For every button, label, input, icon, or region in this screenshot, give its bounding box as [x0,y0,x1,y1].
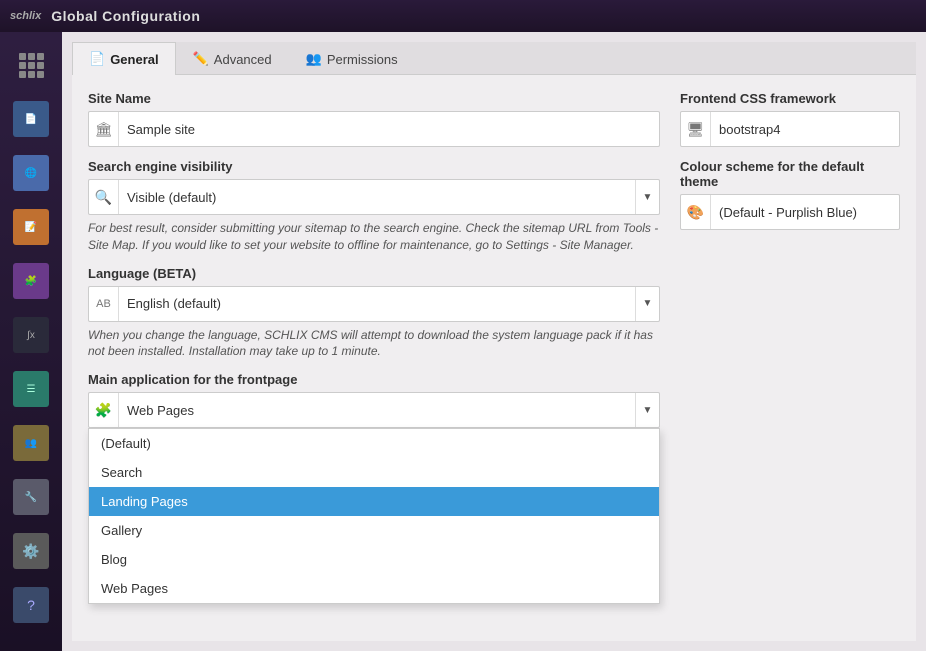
frontend-css-field: 🖥 [680,111,900,147]
sidebar-item-tools[interactable]: 🔧 [6,472,56,522]
frontend-css-input[interactable] [711,116,903,143]
content-area: 📄 General ✏️ Advanced 👥 Permissions [62,32,926,651]
block-icon: 🧩 [13,263,49,299]
main-app-label: Main application for the frontpage [88,372,660,387]
dropdown-item-default[interactable]: (Default) [89,429,659,458]
top-bar: schlix Global Configuration [0,0,926,32]
webpages-icon: 🌐 [13,155,49,191]
settings-icon: ⚙️ [13,533,49,569]
pages-icon: 📄 [13,101,49,137]
right-column: Frontend CSS framework 🖥 Colour scheme f… [680,91,900,625]
language-label: Language (BETA) [88,266,660,281]
language-arrow[interactable]: ▼ [635,287,659,321]
site-name-field: 🏛 [88,111,660,147]
main-app-dropdown: (Default) Search Landing Pages Gallery B… [88,428,660,604]
colour-scheme-input[interactable] [711,199,903,226]
site-name-group: Site Name 🏛 [88,91,660,147]
main-app-arrow[interactable]: ▼ [635,393,659,427]
help-icon: ? [13,587,49,623]
site-name-input[interactable] [119,116,659,143]
tab-advanced[interactable]: ✏️ Advanced [176,42,289,75]
search-visibility-arrow[interactable]: ▼ [635,180,659,214]
panel: 📄 General ✏️ Advanced 👥 Permissions [72,42,916,641]
sidebar-item-team[interactable]: 👥 [6,418,56,468]
main-layout: 📄 🌐 📝 🧩 ∫x ☰ 👥 🔧 ⚙️ [0,32,926,651]
building-icon: 🏛 [89,112,119,146]
site-name-label: Site Name [88,91,660,106]
main-app-field: 🧩 ▼ [88,392,660,428]
sidebar-item-block[interactable]: 🧩 [6,256,56,306]
search-visibility-label: Search engine visibility [88,159,660,174]
monitor-icon: 🖥 [681,112,711,146]
sidebar-item-blog[interactable]: 📝 [6,202,56,252]
dropdown-item-gallery[interactable]: Gallery [89,516,659,545]
sidebar-item-grid[interactable] [6,40,56,90]
main-app-dropdown-container: 🧩 ▼ (Default) Search Landing Pages Galle… [88,392,660,428]
sidebar-item-webpages[interactable]: 🌐 [6,148,56,198]
group-icon: 👥 [306,51,322,67]
main-app-input[interactable] [119,397,635,424]
left-column: Site Name 🏛 Search engine visibility 🔍 ▼ [88,91,660,625]
main-app-group: Main application for the frontpage 🧩 ▼ (… [88,372,660,428]
language-hint: When you change the language, SCHLIX CMS… [88,327,660,361]
frontend-css-label: Frontend CSS framework [680,91,900,106]
tab-permissions[interactable]: 👥 Permissions [289,42,415,75]
grid-icon [19,53,44,78]
colour-scheme-field: 🎨 [680,194,900,230]
puzzle-icon: 🧩 [89,393,119,427]
language-group: Language (BETA) AB ▼ When you change the… [88,266,660,361]
tab-general[interactable]: 📄 General [72,42,176,75]
search-visibility-field: 🔍 ▼ [88,179,660,215]
team-icon: 👥 [13,425,49,461]
sidebar-item-settings[interactable]: ⚙️ [6,526,56,576]
language-icon: AB [89,287,119,321]
sidebar-item-pages[interactable]: 📄 [6,94,56,144]
tabs: 📄 General ✏️ Advanced 👥 Permissions [72,42,916,75]
search-visibility-group: Search engine visibility 🔍 ▼ For best re… [88,159,660,254]
colour-scheme-label: Colour scheme for the default theme [680,159,900,189]
pencil-icon: ✏️ [193,51,209,67]
colour-scheme-group: Colour scheme for the default theme 🎨 [680,159,900,230]
frontend-css-group: Frontend CSS framework 🖥 [680,91,900,147]
blog-icon: 📝 [13,209,49,245]
page-title: Global Configuration [51,8,200,24]
dropdown-item-web-pages[interactable]: Web Pages [89,574,659,603]
tools-icon: 🔧 [13,479,49,515]
search-visibility-input[interactable] [119,184,635,211]
search-icon: 🔍 [89,180,119,214]
dropdown-item-search[interactable]: Search [89,458,659,487]
dropdown-item-blog[interactable]: Blog [89,545,659,574]
macro-icon: ∫x [13,317,49,353]
palette-icon: 🎨 [681,195,711,229]
search-visibility-hint: For best result, consider submitting you… [88,220,660,254]
file-icon: 📄 [89,51,105,67]
sidebar-item-menu[interactable]: ☰ [6,364,56,414]
dropdown-item-landing-pages[interactable]: Landing Pages [89,487,659,516]
menu-icon: ☰ [13,371,49,407]
sidebar: 📄 🌐 📝 🧩 ∫x ☰ 👥 🔧 ⚙️ [0,32,62,651]
language-field: AB ▼ [88,286,660,322]
logo: schlix [10,10,41,22]
sidebar-item-help[interactable]: ? [6,580,56,630]
sidebar-item-macro[interactable]: ∫x [6,310,56,360]
tab-content: Site Name 🏛 Search engine visibility 🔍 ▼ [72,75,916,641]
language-input[interactable] [119,290,635,317]
